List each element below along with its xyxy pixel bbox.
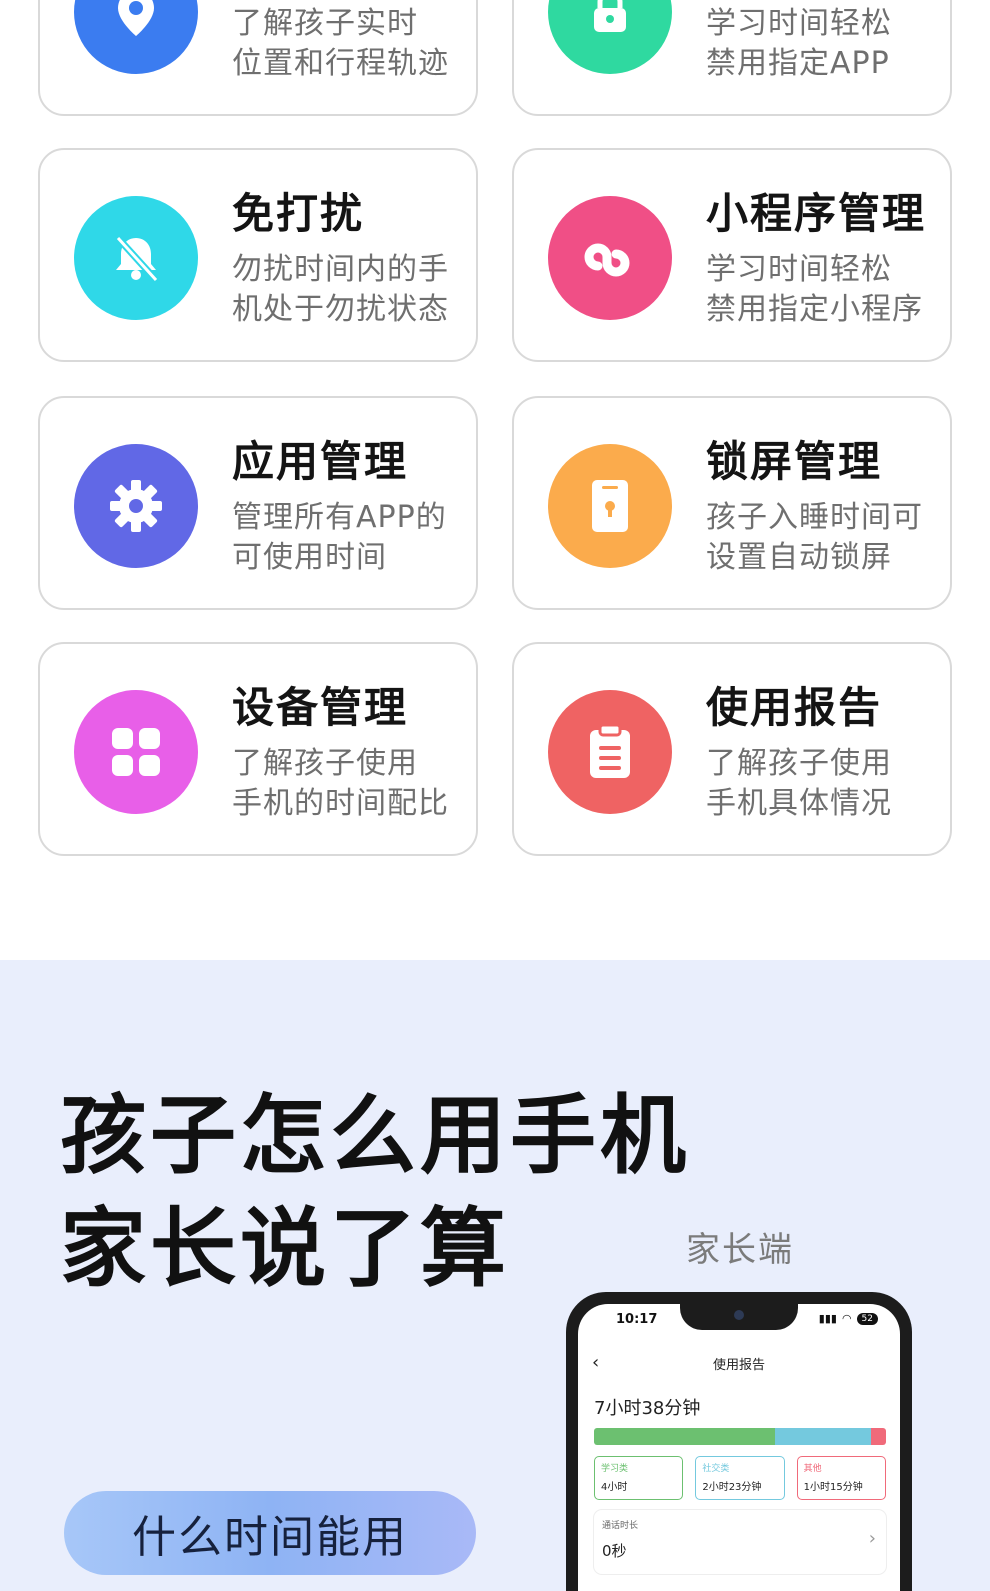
feature-desc: 勿扰时间内的手 机处于勿扰状态 [232, 252, 449, 327]
category-list: 学习类 4小时 社交类 2小时23分钟 其他 1小时15分钟 [594, 1456, 886, 1500]
when-can-use-button[interactable]: 什么时间能用 [64, 1491, 476, 1575]
feature-desc: 学习时间轻松 禁用指定小程序 [706, 252, 923, 327]
battery-icon: 52 [856, 1312, 878, 1325]
feature-card-lock-screen[interactable]: 锁屏管理 孩子入睡时间可 设置自动锁屏 [512, 396, 952, 610]
feature-card-do-not-disturb[interactable]: 免打扰 勿扰时间内的手 机处于勿扰状态 [38, 148, 478, 362]
feature-card-app-management[interactable]: 应用管理 管理所有APP的 可使用时间 [38, 396, 478, 610]
promo-headline-line1: 孩子怎么用手机 [60, 1086, 690, 1186]
lock-screen-icon [548, 444, 672, 568]
feature-card-mini-program[interactable]: 小程序管理 学习时间轻松 禁用指定小程序 [512, 148, 952, 362]
camera-icon [734, 1310, 744, 1320]
promo-section: 孩子怎么用手机 家长说了算 家长端 10:17 ▮▮▮ ◠ 52 ‹ 使用报告 … [0, 960, 990, 1591]
category-name: 社交类 [702, 1464, 730, 1474]
promo-headline-line2: 家长说了算 [60, 1199, 510, 1299]
usage-bar-segment [871, 1428, 886, 1445]
report-page-title: 使用报告 [712, 1358, 765, 1373]
clipboard-icon [548, 690, 672, 814]
wifi-icon: ◠ [841, 1312, 852, 1325]
category-value: 2小时23分钟 [702, 1482, 762, 1493]
category-value: 4小时 [601, 1482, 628, 1493]
feature-card-device-management[interactable]: 设备管理 了解孩子使用 手机的时间配比 [38, 642, 478, 856]
feature-desc: 了解孩子使用 手机的时间配比 [232, 746, 449, 821]
feature-desc: 了解孩子实时 位置和行程轨迹 [232, 6, 449, 81]
feature-card-app-lock[interactable]: 学习时间轻松 禁用指定APP [512, 0, 952, 116]
feature-title: 小程序管理 [706, 189, 927, 238]
category-card[interactable]: 社交类 2小时23分钟 [695, 1456, 785, 1500]
feature-desc: 了解孩子使用 手机具体情况 [706, 746, 892, 821]
feature-desc: 学习时间轻松 禁用指定APP [706, 6, 892, 81]
phone-mockup: 10:17 ▮▮▮ ◠ 52 ‹ 使用报告 7小时38分钟 学习类 4小时 社交类 2… [566, 1292, 912, 1591]
category-value: 1小时15分钟 [803, 1482, 863, 1493]
feature-title: 免打扰 [232, 189, 365, 238]
location-pin-icon [74, 0, 198, 74]
lock-icon [548, 0, 672, 74]
feature-card-usage-report[interactable]: 使用报告 了解孩子使用 手机具体情况 [512, 642, 952, 856]
total-usage-time: 7小时38分钟 [594, 1398, 701, 1419]
feature-grid: 了解孩子实时 位置和行程轨迹 学习时间轻松 禁用指定APP 免打扰 勿扰时间内的… [0, 0, 990, 960]
call-duration-card[interactable]: 通话时长 0秒 › [594, 1510, 886, 1574]
bell-off-icon [74, 196, 198, 320]
usage-bar-segment [594, 1428, 776, 1445]
usage-bar-segment [775, 1428, 872, 1445]
feature-desc: 孩子入睡时间可 设置自动锁屏 [706, 500, 923, 575]
feature-title: 设备管理 [232, 683, 409, 732]
category-card[interactable]: 其他 1小时15分钟 [796, 1456, 886, 1500]
phone-screen: 10:17 ▮▮▮ ◠ 52 ‹ 使用报告 7小时38分钟 学习类 4小时 社交类 2… [578, 1304, 900, 1591]
feature-title: 应用管理 [232, 437, 409, 486]
feature-desc: 管理所有APP的 可使用时间 [232, 500, 447, 575]
feature-title: 锁屏管理 [706, 437, 883, 486]
mini-program-icon [548, 196, 672, 320]
parent-side-label: 家长端 [686, 1230, 794, 1270]
feature-title: 使用报告 [706, 683, 883, 732]
phone-notch [680, 1304, 798, 1330]
gear-icon [74, 444, 198, 568]
usage-share-bar [594, 1428, 886, 1445]
chevron-right-icon: › [868, 1528, 876, 1549]
status-time: 10:17 [616, 1312, 658, 1327]
signal-icon: ▮▮▮ [818, 1312, 837, 1325]
call-duration-label: 通话时长 [602, 1521, 639, 1531]
status-icons: ▮▮▮ ◠ 52 [819, 1312, 878, 1325]
grid-icon [74, 690, 198, 814]
feature-card-location[interactable]: 了解孩子实时 位置和行程轨迹 [38, 0, 478, 116]
category-card[interactable]: 学习类 4小时 [594, 1456, 684, 1500]
call-duration-value: 0秒 [602, 1542, 627, 1560]
category-name: 学习类 [601, 1464, 629, 1474]
category-name: 其他 [803, 1464, 822, 1474]
